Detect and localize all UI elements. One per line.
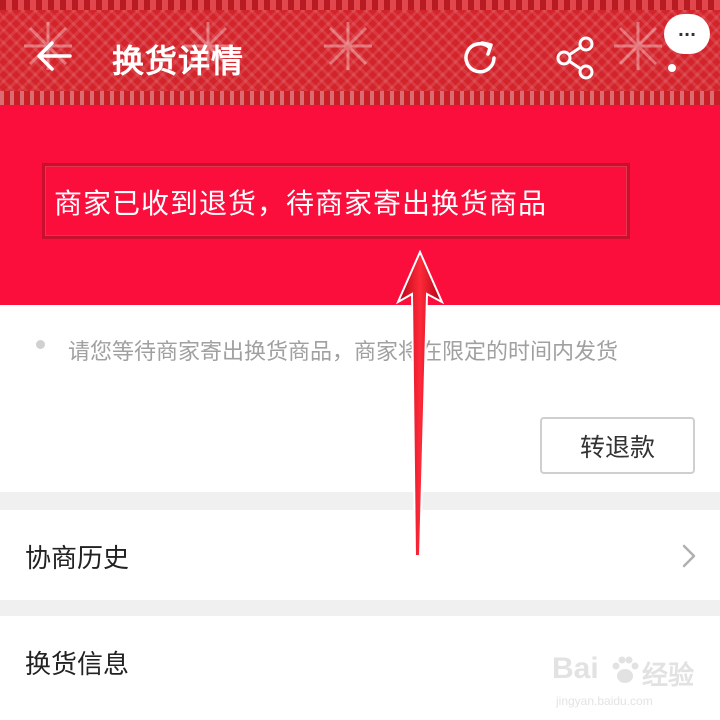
more-indicator-dot xyxy=(668,64,676,72)
bullet-dot xyxy=(36,340,45,349)
header-pattern-top xyxy=(0,0,720,10)
snowflake-decoration-icon xyxy=(324,22,372,70)
section-divider xyxy=(0,492,720,510)
watermark-url: jingyan.baidu.com xyxy=(556,694,653,708)
snowflake-decoration-icon xyxy=(614,22,662,70)
section-divider xyxy=(0,600,720,616)
negotiation-history-row[interactable]: 协商历史 xyxy=(0,510,720,600)
page-title: 换货详情 xyxy=(112,42,245,80)
refresh-icon[interactable] xyxy=(456,34,504,82)
arrow-left-icon[interactable] xyxy=(30,32,78,80)
paw-logo-icon xyxy=(612,656,639,683)
notice-text: 请您等待商家寄出换货商品，商家将在限定的时间内发货 xyxy=(68,340,619,365)
watermark-text: Bai xyxy=(552,652,599,685)
convert-to-refund-button[interactable]: 转退款 xyxy=(540,417,695,474)
row-label: 换货信息 xyxy=(25,650,130,680)
more-menu-button[interactable]: ··· xyxy=(664,14,710,54)
share-icon[interactable] xyxy=(552,34,600,82)
chevron-right-icon xyxy=(682,544,696,568)
header-pattern-bottom xyxy=(0,91,720,105)
annotation-arrow-icon xyxy=(395,250,445,557)
watermark-text: 经验 xyxy=(642,660,695,690)
exchange-status-text: 商家已收到退货，待商家寄出换货商品 xyxy=(54,187,548,220)
app-header xyxy=(0,0,720,105)
row-label: 协商历史 xyxy=(25,544,130,574)
baidu-watermark: Bai 经验 jingyan.baidu.com xyxy=(552,652,712,716)
